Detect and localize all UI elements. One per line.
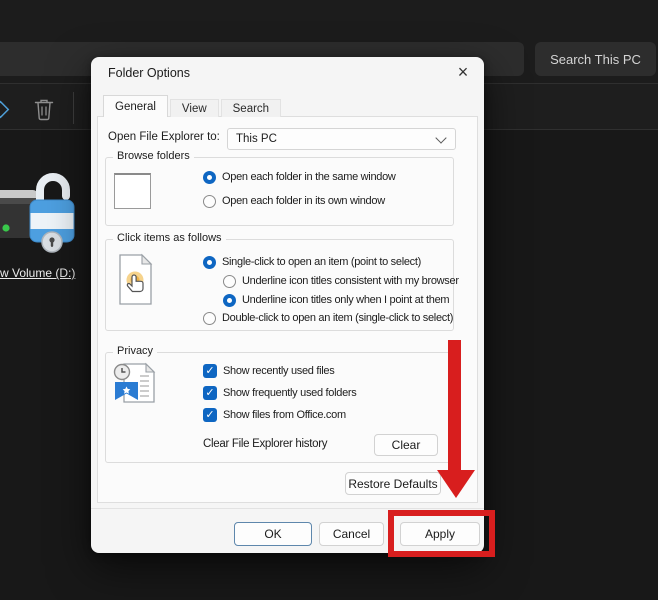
option-single-click: Single-click to open an item (point to s…: [203, 255, 421, 269]
search-box[interactable]: Search This PC: [535, 42, 656, 76]
checkbox-show-office[interactable]: ✓: [203, 408, 217, 422]
group-click-items: Click items as follows Single-click to o…: [105, 239, 454, 331]
radio-own-window[interactable]: [203, 195, 216, 208]
option-double-click: Double-click to open an item (single-cli…: [203, 311, 453, 325]
option-single-click-label: Single-click to open an item (point to s…: [222, 256, 421, 268]
radio-underline-point[interactable]: [223, 294, 236, 307]
radio-underline-browser[interactable]: [223, 275, 236, 288]
restore-defaults-button[interactable]: Restore Defaults: [345, 472, 441, 495]
cancel-button[interactable]: Cancel: [319, 522, 384, 546]
checkbox-show-frequent[interactable]: ✓: [203, 386, 217, 400]
annotation-highlight-rect: [388, 510, 495, 557]
privacy-history-icon: [112, 362, 160, 404]
option-show-recent-label: Show recently used files: [223, 365, 334, 377]
ok-button[interactable]: OK: [234, 522, 312, 546]
radio-double-click[interactable]: [203, 312, 216, 325]
share-icon[interactable]: [0, 100, 11, 120]
option-show-office-label: Show files from Office.com: [223, 409, 346, 421]
single-click-icon: [118, 253, 154, 307]
tab-view[interactable]: View: [170, 99, 219, 117]
tab-general[interactable]: General: [103, 95, 168, 117]
search-box-text: Search This PC: [550, 52, 641, 67]
option-show-frequent-label: Show frequently used folders: [223, 387, 356, 399]
group-browse-folders: Browse folders Open each folder in the s…: [105, 157, 454, 226]
option-double-click-label: Double-click to open an item (single-cli…: [222, 312, 453, 324]
option-underline-point-label: Underline icon titles only when I point …: [242, 294, 449, 306]
clear-history-row: Clear File Explorer history: [203, 437, 327, 451]
option-show-frequent: ✓ Show frequently used folders: [203, 386, 356, 400]
tab-strip: General View Search: [103, 95, 281, 117]
tab-view-label: View: [182, 103, 207, 115]
option-underline-browser-label: Underline icon titles consistent with my…: [242, 275, 459, 287]
option-own-window: Open each folder in its own window: [203, 194, 385, 208]
option-same-window: Open each folder in the same window: [203, 170, 396, 184]
radio-same-window[interactable]: [203, 171, 216, 184]
dialog-title: Folder Options: [108, 66, 190, 80]
screenshot-stage: Search This PC w Volume (D:) Folder Opti…: [0, 0, 658, 600]
folder-options-dialog: Folder Options × General View Search Ope…: [91, 57, 484, 553]
group-click-legend: Click items as follows: [113, 232, 226, 244]
option-show-office: ✓ Show files from Office.com: [203, 408, 346, 422]
explorer-titlebar: [0, 0, 658, 37]
checkbox-show-recent[interactable]: ✓: [203, 364, 217, 378]
option-underline-browser: Underline icon titles consistent with my…: [223, 274, 459, 288]
group-privacy: Privacy ✓ Show recently used files ✓ Sho…: [105, 352, 454, 463]
open-to-label: Open File Explorer to:: [108, 131, 220, 143]
option-own-window-label: Open each folder in its own window: [222, 195, 385, 207]
delete-trash-icon[interactable]: [34, 98, 54, 121]
window-icon: [114, 173, 151, 209]
close-icon[interactable]: ×: [453, 62, 473, 82]
tab-general-label: General: [115, 101, 156, 113]
option-same-window-label: Open each folder in the same window: [222, 171, 396, 183]
open-to-value: This PC: [236, 133, 277, 145]
annotation-arrow-head-icon: [437, 470, 475, 498]
tab-search-label: Search: [233, 103, 269, 115]
open-to-dropdown[interactable]: This PC: [227, 128, 456, 150]
option-show-recent: ✓ Show recently used files: [203, 364, 334, 378]
drive-label[interactable]: w Volume (D:): [0, 266, 80, 280]
clear-button[interactable]: Clear: [374, 434, 438, 456]
option-underline-point: Underline icon titles only when I point …: [223, 293, 449, 307]
annotation-arrow-shaft: [448, 340, 461, 471]
tab-search[interactable]: Search: [221, 99, 281, 117]
group-browse-legend: Browse folders: [113, 150, 194, 162]
group-privacy-legend: Privacy: [113, 345, 157, 357]
clear-history-label: Clear File Explorer history: [203, 438, 327, 450]
radio-single-click[interactable]: [203, 256, 216, 269]
chevron-down-icon: [435, 132, 446, 143]
toolbar-divider: [73, 92, 74, 124]
drive-unlocked-icon[interactable]: [0, 160, 84, 256]
footer-separator: [91, 508, 484, 509]
